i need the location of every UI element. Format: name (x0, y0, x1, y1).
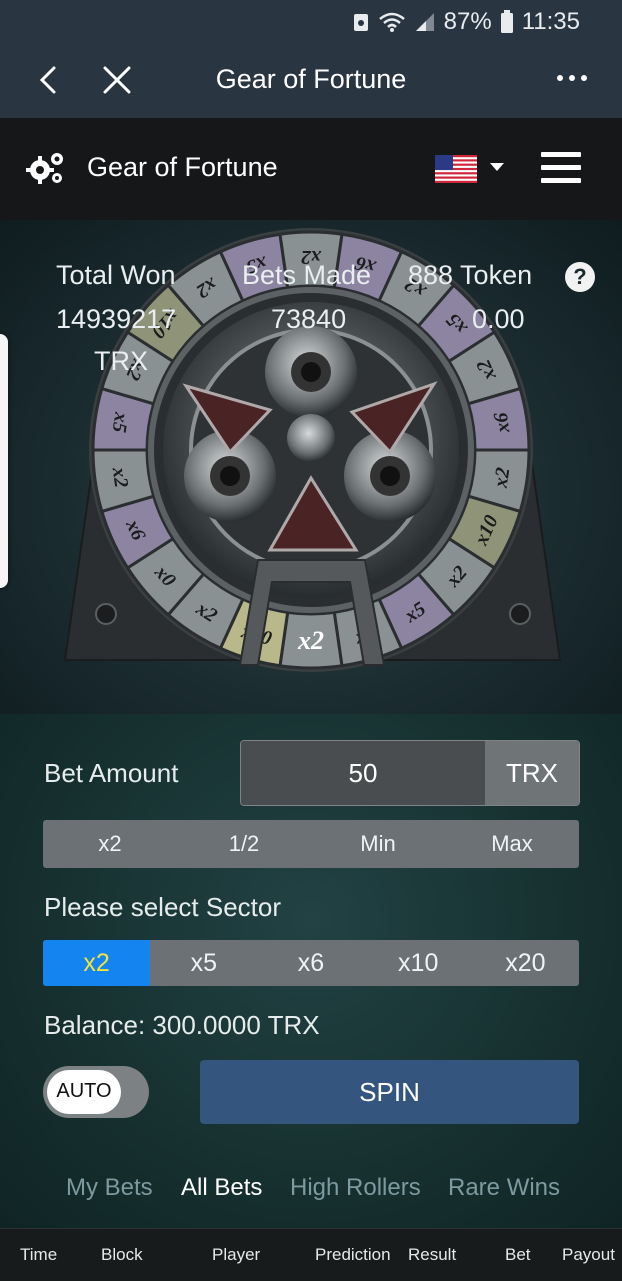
notification-icon (353, 14, 368, 31)
double-bet-button[interactable]: x2 (43, 820, 177, 868)
wheel-segment-label: x2 (297, 626, 324, 655)
max-bet-button[interactable]: Max (445, 820, 579, 868)
balance-text: Balance: 300.0000 TRX (44, 1010, 320, 1040)
settings-gears-icon[interactable] (26, 150, 66, 186)
auto-toggle-label: AUTO (47, 1070, 121, 1114)
tab-my-bets[interactable]: My Bets (66, 1174, 153, 1202)
tab-high-rollers[interactable]: High Rollers (290, 1174, 421, 1202)
bet-currency-unit: TRX (485, 741, 579, 805)
total-won-unit: TRX (94, 346, 148, 376)
signal-icon (415, 13, 434, 31)
status-bar: 87% 11:35 (0, 0, 622, 44)
app-bar-title: Gear of Fortune (215, 64, 407, 94)
tab-rare-wins[interactable]: Rare Wins (448, 1174, 560, 1202)
column-block: Block (101, 1245, 143, 1264)
app-bar: Gear of Fortune (0, 44, 622, 118)
bet-amount-input[interactable]: 50 (241, 741, 485, 805)
column-player: Player (212, 1245, 261, 1264)
bet-controls: Bet Amount 50 TRX x2 1/2 Min Max Please … (0, 714, 622, 1228)
select-sector-label: Please select Sector (44, 892, 282, 922)
total-won-label: Total Won (56, 260, 176, 290)
sector-option-x5[interactable]: x5 (150, 940, 257, 986)
status-indicators: 87% 11:35 (352, 8, 580, 36)
help-icon[interactable]: ? (565, 262, 595, 292)
sector-option-x2[interactable]: x2 (43, 940, 151, 986)
sector-selector: x2 x5 x6 x10 x20 (43, 940, 579, 986)
quick-bet-buttons: x2 1/2 Min Max (43, 820, 579, 868)
wheel-segment-label: x2 (108, 465, 133, 489)
more-options-icon[interactable] (552, 70, 592, 86)
half-bet-button[interactable]: 1/2 (177, 820, 311, 868)
min-bet-button[interactable]: Min (311, 820, 445, 868)
token-label: 888 Token (408, 260, 533, 290)
column-bet: Bet (505, 1245, 531, 1264)
total-won-value: 14939217 (56, 304, 177, 334)
wheel-segment-label: x2 (490, 466, 515, 490)
battery-percent: 87% (443, 8, 492, 35)
game-title: Gear of Fortune (87, 152, 278, 182)
chevron-down-icon[interactable] (489, 162, 505, 172)
hamburger-menu-icon[interactable] (540, 148, 582, 188)
column-prediction: Prediction (315, 1245, 391, 1264)
battery-icon (500, 10, 513, 33)
column-time: Time (20, 1245, 58, 1264)
token-value: 0.00 (472, 304, 525, 334)
auto-toggle[interactable]: AUTO (43, 1066, 149, 1118)
clock: 11:35 (521, 8, 580, 35)
bet-amount-label: Bet Amount (44, 758, 179, 788)
side-drawer-handle[interactable] (0, 334, 8, 588)
stats-panel: Total Won 14939217 TRX Bets Made 73840 8… (0, 256, 622, 386)
bets-made-value: 73840 (271, 304, 347, 334)
bets-tabs: My Bets All Bets High Rollers Rare Wins (0, 1174, 622, 1214)
game-header: Gear of Fortune (0, 118, 622, 220)
sector-option-x10[interactable]: x10 (365, 940, 472, 986)
column-result: Result (408, 1245, 457, 1264)
bets-table-header: Time Block Player Prediction Result Bet … (0, 1228, 622, 1281)
sector-option-x20[interactable]: x20 (472, 940, 579, 986)
bets-made-label: Bets Made (242, 260, 372, 290)
wheel-segment-label: x5 (108, 410, 133, 434)
us-flag-icon[interactable] (435, 155, 477, 183)
sector-option-x6[interactable]: x6 (257, 940, 364, 986)
bet-amount-field[interactable]: 50 TRX (240, 740, 580, 806)
game-wheel-area: x2x20x2x0x6x2x5x2x10x2x5x2x6x2x5x2x6x2x1… (0, 220, 622, 714)
wifi-icon (378, 12, 405, 32)
wheel-segment-label: x6 (490, 411, 515, 435)
tab-all-bets[interactable]: All Bets (181, 1174, 262, 1202)
spin-button[interactable]: SPIN (200, 1060, 579, 1124)
column-payout: Payout (562, 1245, 615, 1264)
